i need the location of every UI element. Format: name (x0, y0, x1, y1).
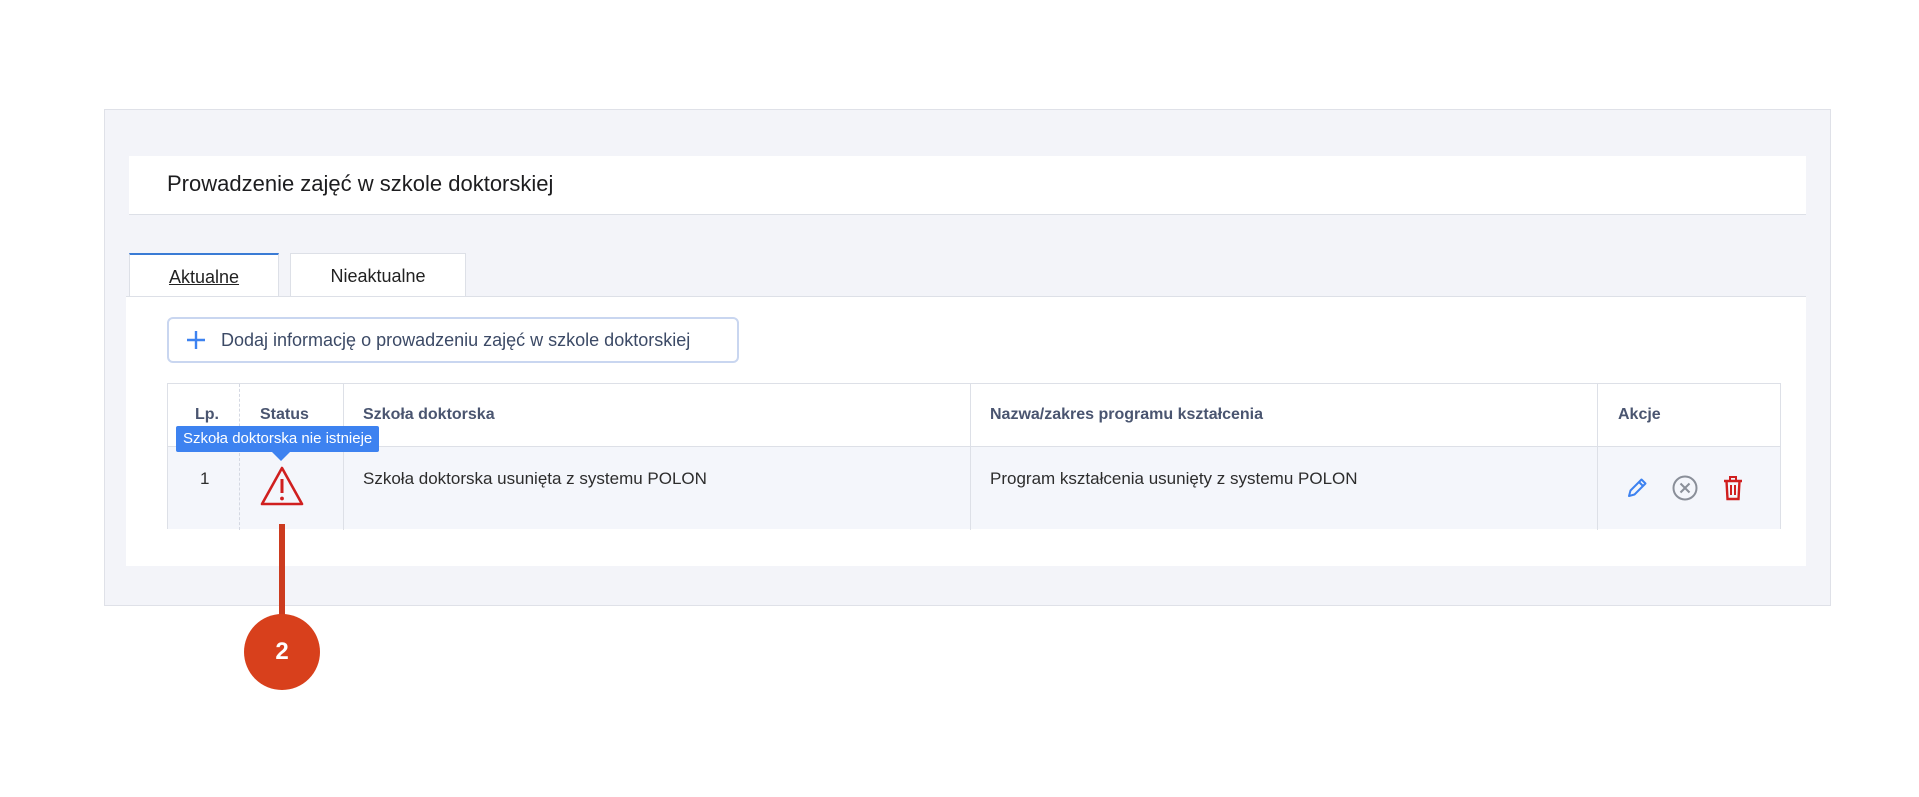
status-tooltip: Szkoła doktorska nie istnieje (176, 426, 380, 452)
tooltip-arrow (272, 452, 290, 461)
add-info-button-label: Dodaj informację o prowadzeniu zajęć w s… (221, 329, 691, 350)
column-divider (1597, 384, 1598, 530)
callout-badge: 2 (244, 614, 320, 690)
column-divider (970, 384, 971, 530)
add-info-button[interactable]: Dodaj informację o prowadzeniu zajęć w s… (167, 317, 739, 363)
column-divider (239, 384, 241, 530)
row-program: Program kształcenia usunięty z systemu P… (990, 469, 1358, 488)
column-divider (343, 384, 344, 530)
row-szkola: Szkoła doktorska usunięta z systemu POLO… (363, 469, 707, 488)
page-title: Prowadzenie zajęć w szkole doktorskiej (167, 171, 554, 196)
delete-icon[interactable] (1719, 474, 1747, 502)
section-header: Prowadzenie zajęć w szkole doktorskiej (129, 156, 1806, 215)
edit-icon[interactable] (1623, 474, 1651, 502)
row-lp: 1 (200, 469, 210, 488)
table-header: Lp. Status Szkoła doktorska Nazwa/zakres… (168, 384, 1780, 447)
plus-icon (187, 331, 205, 349)
table-row: 1 Szkoła doktorska usunięta z systemu PO… (168, 447, 1780, 529)
column-header-program: Nazwa/zakres programu kształcenia (990, 406, 1264, 423)
tab-aktualne[interactable]: Aktualne (129, 253, 279, 297)
warning-icon[interactable] (259, 465, 305, 507)
callout-line (279, 524, 285, 616)
cancel-icon[interactable] (1671, 474, 1699, 502)
tab-nieaktualne[interactable]: Nieaktualne (290, 253, 466, 297)
data-table: Lp. Status Szkoła doktorska Nazwa/zakres… (167, 383, 1781, 530)
column-header-akcje: Akcje (1618, 406, 1661, 423)
column-header-szkola: Szkoła doktorska (363, 406, 495, 423)
